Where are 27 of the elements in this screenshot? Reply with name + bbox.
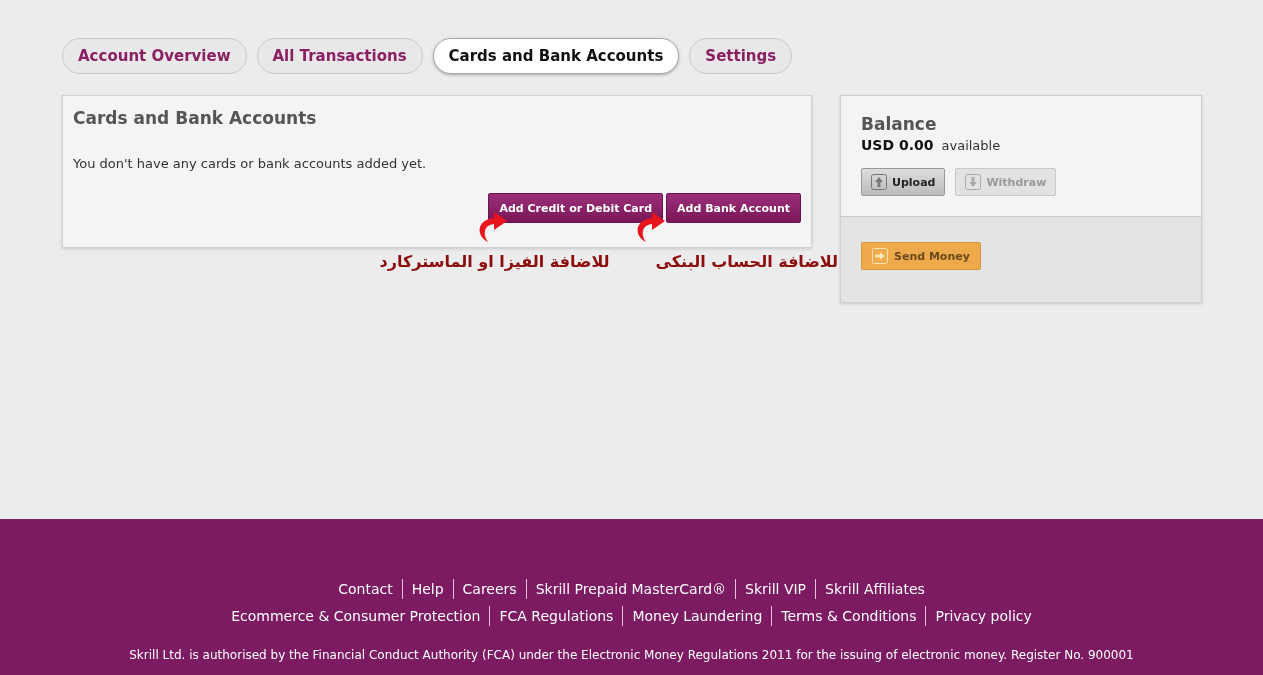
footer-link[interactable]: Help bbox=[401, 579, 453, 599]
tab[interactable]: Cards and Bank Accounts bbox=[432, 38, 680, 74]
available-label: available bbox=[941, 138, 1001, 153]
legal-notice: Skrill Ltd. is authorised by the Financial Conduct Authority (FCA) under the Electronic Money Regulations 2011 for the issuing of electronic money. Register No. 900001 bbox=[128, 648, 1135, 662]
annotation-text: للاضافة الفيزا او الماستركارد bbox=[379, 252, 610, 271]
balance-amount: USD 0.00 bbox=[861, 137, 934, 153]
panel-title: Cards and Bank Accounts bbox=[73, 108, 318, 128]
send-money-button[interactable]: Send Money bbox=[861, 242, 981, 270]
add-button[interactable]: Add Bank Account bbox=[666, 193, 801, 223]
tab[interactable]: Settings bbox=[689, 38, 793, 74]
footer-link[interactable]: Privacy policy bbox=[925, 606, 1041, 626]
annotation-text: للاضافة الحساب البنكى bbox=[655, 252, 838, 271]
empty-message: You don't have any cards or bank accounts added yet. bbox=[73, 156, 428, 171]
footer-link[interactable]: Contact bbox=[329, 579, 402, 599]
footer-link[interactable]: Money Laundering bbox=[622, 606, 772, 626]
footer-link[interactable]: Skrill Prepaid MasterCard® bbox=[525, 579, 736, 599]
balance-title: Balance bbox=[861, 114, 938, 134]
footer-link[interactable]: Ecommerce & Consumer Protection bbox=[222, 606, 490, 626]
tab[interactable]: Account Overview bbox=[62, 38, 247, 74]
footer-link[interactable]: FCA Regulations bbox=[489, 606, 623, 626]
footer-link[interactable]: Terms & Conditions bbox=[771, 606, 926, 626]
add-button[interactable]: Add Credit or Debit Card bbox=[488, 193, 664, 223]
footer-link[interactable]: Skrill VIP bbox=[735, 579, 816, 599]
footer-link[interactable]: Skrill Affiliates bbox=[815, 579, 934, 599]
footer-link[interactable]: Careers bbox=[452, 579, 526, 599]
tab[interactable]: All Transactions bbox=[256, 38, 423, 74]
upload-button[interactable]: Upload bbox=[861, 168, 946, 196]
